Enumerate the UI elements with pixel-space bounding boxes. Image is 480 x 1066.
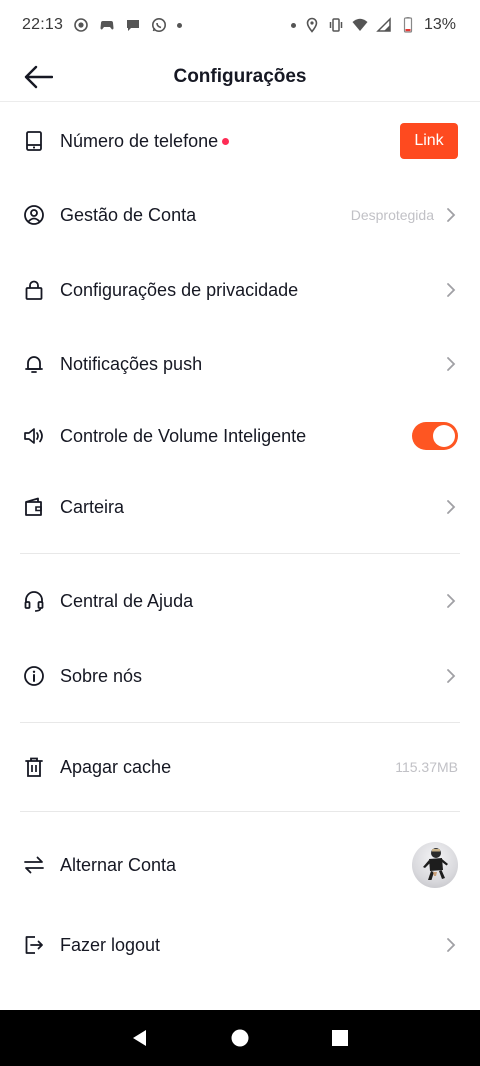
about-us-label: Sobre nós <box>60 665 143 686</box>
notification-dot <box>222 137 230 145</box>
toggle-knob <box>433 425 455 447</box>
wallet-icon <box>22 495 46 519</box>
chevron-right-icon <box>444 282 458 298</box>
switch-account-label: Alternar Conta <box>60 854 177 875</box>
trash-icon <box>22 755 46 779</box>
section-divider <box>20 722 460 723</box>
headset-icon <box>22 589 46 613</box>
arrow-left-icon <box>24 65 53 89</box>
bell-icon <box>22 352 46 376</box>
status-time: 22:13 <box>22 16 64 33</box>
gamepad-icon <box>99 17 115 33</box>
push-notifications-label: Notificações push <box>60 353 203 374</box>
chevron-right-icon <box>444 668 458 684</box>
privacy-label: Configurações de privacidade <box>60 279 299 300</box>
row-about-us[interactable]: Sobre nós <box>0 646 480 706</box>
row-phone-number[interactable]: Número de telefone Link <box>0 111 480 171</box>
account-status-value: Desprotegida <box>350 207 434 223</box>
location-icon <box>304 17 320 33</box>
lock-icon <box>22 278 46 302</box>
switch-arrows-icon <box>22 853 46 877</box>
status-right: 13% <box>290 16 456 34</box>
row-right <box>444 356 458 372</box>
status-dot-icon <box>290 22 296 28</box>
row-account-management[interactable]: Gestão de Conta Desprotegida <box>0 185 480 245</box>
row-push-notifications[interactable]: Notificações push <box>0 334 480 394</box>
section-divider <box>20 811 460 812</box>
more-notifications-icon <box>177 22 183 28</box>
nav-recents-button[interactable] <box>320 1018 360 1058</box>
row-right: Link <box>400 123 458 159</box>
battery-percent: 13% <box>423 16 456 33</box>
account-management-label: Gestão de Conta <box>60 204 197 225</box>
system-nav-bar <box>0 1010 480 1066</box>
row-switch-account[interactable]: Alternar Conta <box>0 835 480 895</box>
user-circle-icon <box>22 203 46 227</box>
smart-volume-toggle[interactable] <box>412 422 458 450</box>
section-divider <box>20 553 460 554</box>
logout-label: Fazer logout <box>60 934 161 955</box>
row-logout[interactable]: Fazer logout <box>0 915 480 975</box>
chevron-right-icon <box>444 356 458 372</box>
row-smart-volume: Controle de Volume Inteligente <box>0 406 480 466</box>
wifi-icon <box>352 17 368 33</box>
record-icon <box>73 17 89 33</box>
clear-cache-label: Apagar cache <box>60 756 172 777</box>
row-clear-cache[interactable]: Apagar cache 115.37MB <box>0 737 480 797</box>
row-right <box>444 668 458 684</box>
phone-number-label: Número de telefone <box>60 130 219 151</box>
link-phone-button[interactable]: Link <box>400 123 458 159</box>
speaker-icon <box>22 424 46 448</box>
chat-icon <box>125 17 141 33</box>
chevron-right-icon <box>444 499 458 515</box>
account-avatar[interactable] <box>412 842 458 888</box>
chevron-right-icon <box>444 593 458 609</box>
back-button[interactable] <box>22 62 54 92</box>
vibrate-icon <box>328 17 344 33</box>
row-right: Desprotegida <box>351 207 458 223</box>
triangle-back-icon <box>133 1030 146 1046</box>
smart-volume-label: Controle de Volume Inteligente <box>60 425 307 446</box>
circle-home-icon <box>231 1029 249 1047</box>
row-privacy[interactable]: Configurações de privacidade <box>0 260 480 320</box>
row-right <box>444 593 458 609</box>
square-recents-icon <box>332 1030 348 1046</box>
chevron-right-icon <box>444 937 458 953</box>
row-right <box>412 422 458 450</box>
signal-icon <box>376 17 392 33</box>
row-help-center[interactable]: Central de Ajuda <box>0 571 480 631</box>
row-wallet[interactable]: Carteira <box>0 477 480 537</box>
cache-size-value: 115.37MB <box>395 759 458 775</box>
status-left: 22:13 <box>22 16 183 34</box>
chevron-right-icon <box>444 207 458 223</box>
app-header: Configurações <box>0 52 480 102</box>
page-title: Configurações <box>173 65 307 87</box>
row-right <box>444 282 458 298</box>
row-right <box>444 499 458 515</box>
wallet-label: Carteira <box>60 496 125 517</box>
nav-home-button[interactable] <box>220 1018 260 1058</box>
row-right <box>444 937 458 953</box>
battery-icon <box>400 17 416 33</box>
row-label: Número de telefone <box>60 130 230 152</box>
status-bar: 22:13 13% <box>0 0 480 50</box>
nav-back-button[interactable] <box>120 1018 160 1058</box>
whatsapp-icon <box>151 17 167 33</box>
row-right <box>412 842 458 888</box>
phone-icon <box>22 129 46 153</box>
row-right: 115.37MB <box>395 759 458 775</box>
info-icon <box>22 664 46 688</box>
logout-icon <box>22 933 46 957</box>
avatar-figure-icon <box>423 848 448 880</box>
help-center-label: Central de Ajuda <box>60 590 194 611</box>
